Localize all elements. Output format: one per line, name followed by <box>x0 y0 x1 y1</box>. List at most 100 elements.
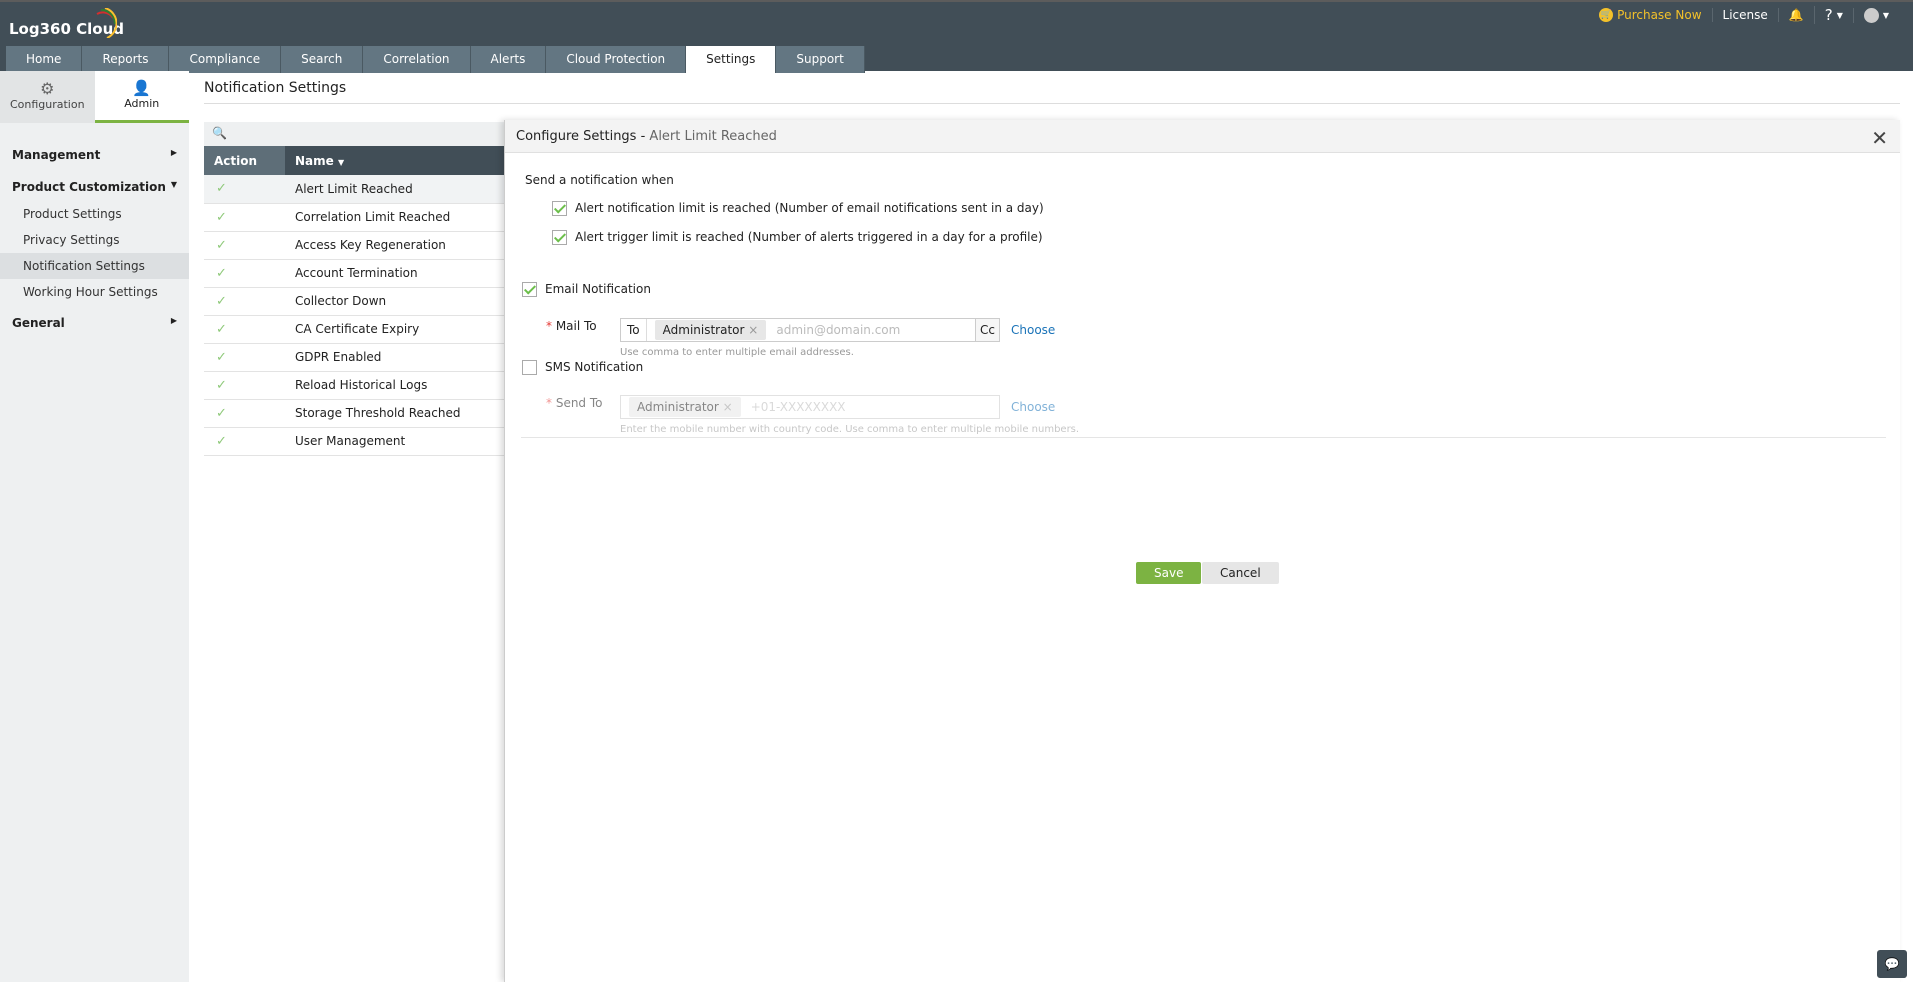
license-link[interactable]: License <box>1711 8 1778 22</box>
enabled-check-icon[interactable]: ✓ <box>204 399 285 428</box>
enabled-check-icon[interactable]: ✓ <box>204 259 285 288</box>
row-name: Access Key Regeneration <box>285 231 504 260</box>
row-name: Storage Threshold Reached <box>285 399 504 428</box>
send-to-label: Send To <box>555 396 603 410</box>
purchase-now-link[interactable]: 🛒 Purchase Now <box>1589 8 1711 22</box>
row-name: User Management <box>285 427 504 456</box>
remove-icon[interactable]: × <box>723 400 733 414</box>
user-avatar-icon <box>1863 7 1879 23</box>
menu-privacy-settings[interactable]: Privacy Settings <box>0 227 189 253</box>
table-row[interactable]: ✓ Account Termination <box>204 259 504 288</box>
tab-reports[interactable]: Reports <box>82 46 170 73</box>
email-notification-checkbox[interactable] <box>522 282 537 297</box>
menu-general[interactable]: General ▶ <box>0 309 189 337</box>
enabled-check-icon[interactable]: ✓ <box>204 203 285 232</box>
table-row[interactable]: ✓ Collector Down <box>204 287 504 316</box>
table-row[interactable]: ✓ Correlation Limit Reached <box>204 203 504 232</box>
sidebar: ⚙ Configuration 👤 Admin Management ▶ Produc… <box>0 71 189 982</box>
alert-trigger-limit-checkbox[interactable] <box>552 230 567 245</box>
table-row[interactable]: ✓ User Management <box>204 427 504 456</box>
row-name: Reload Historical Logs <box>285 371 504 400</box>
page-title: Notification Settings <box>204 80 347 96</box>
tab-compliance[interactable]: Compliance <box>169 46 282 73</box>
send-to-input[interactable]: Administrator × +01-XXXXXXXX <box>620 395 1000 419</box>
row-name: Account Termination <box>285 259 504 288</box>
alert-notification-limit-checkbox[interactable] <box>552 201 567 216</box>
recipient-chip: Administrator × <box>654 320 767 340</box>
table-row[interactable]: ✓ Reload Historical Logs <box>204 371 504 400</box>
subtab-admin[interactable]: 👤 Admin <box>94 71 189 123</box>
tab-support[interactable]: Support <box>776 46 865 73</box>
row-name: CA Certificate Expiry <box>285 315 504 344</box>
divider <box>521 437 1886 438</box>
user-icon: 👤 <box>132 79 152 97</box>
tab-home[interactable]: Home <box>6 46 83 73</box>
sms-hint: Enter the mobile number with country cod… <box>620 424 1080 435</box>
menu-notification-settings[interactable]: Notification Settings <box>0 253 189 279</box>
chat-icon[interactable]: 💬 <box>1877 950 1907 978</box>
enabled-check-icon[interactable]: ✓ <box>204 343 285 372</box>
notification-table: Action Name ▼ ✓ Alert Limit Reached ✓ Correl… <box>204 146 504 456</box>
choose-sms-link[interactable]: Choose <box>1011 400 1055 414</box>
app-logo[interactable]: Log360 Cloud <box>9 8 124 38</box>
top-header: Log360 Cloud 🛒 Purchase Now License 🔔 ? ▼ … <box>0 0 1913 73</box>
tab-settings[interactable]: Settings <box>686 46 777 73</box>
email-hint: Use comma to enter multiple email addres… <box>620 347 854 358</box>
required-marker: * <box>546 319 552 333</box>
row-name: GDPR Enabled <box>285 343 504 372</box>
menu-product-settings[interactable]: Product Settings <box>0 201 189 227</box>
choose-email-link[interactable]: Choose <box>1011 323 1055 337</box>
enabled-check-icon[interactable]: ✓ <box>204 315 285 344</box>
table-row[interactable]: ✓ Access Key Regeneration <box>204 231 504 260</box>
bell-icon[interactable]: 🔔 <box>1777 8 1814 22</box>
help-menu[interactable]: ? ▼ <box>1813 6 1853 24</box>
caret-down-icon: ▼ <box>1882 10 1889 20</box>
menu-management[interactable]: Management ▶ <box>0 141 189 169</box>
tab-alerts[interactable]: Alerts <box>470 46 547 73</box>
row-name: Collector Down <box>285 287 504 316</box>
sms-notification-checkbox[interactable] <box>522 360 537 375</box>
column-action: Action <box>204 146 285 175</box>
enabled-check-icon[interactable]: ✓ <box>204 175 285 204</box>
cart-icon: 🛒 <box>1599 8 1614 22</box>
user-menu[interactable]: ▼ <box>1852 7 1899 23</box>
table-row[interactable]: ✓ CA Certificate Expiry <box>204 315 504 344</box>
subtab-configuration[interactable]: ⚙ Configuration <box>0 71 95 123</box>
gear-icon: ⚙ <box>40 79 55 98</box>
send-when-label: Send a notification when <box>525 173 674 187</box>
close-icon[interactable]: ✕ <box>1871 126 1888 150</box>
enabled-check-icon[interactable]: ✓ <box>204 371 285 400</box>
table-row[interactable]: ✓ Alert Limit Reached <box>204 175 504 204</box>
caret-down-icon: ▼ <box>1836 10 1843 20</box>
enabled-check-icon[interactable]: ✓ <box>204 287 285 316</box>
sort-down-icon: ▼ <box>337 157 345 167</box>
tab-correlation[interactable]: Correlation <box>363 46 471 73</box>
cancel-button[interactable]: Cancel <box>1202 562 1279 584</box>
mail-to-input[interactable]: To Administrator × admin@domain.com Cc <box>620 318 1000 342</box>
mail-to-label: Mail To <box>555 319 597 333</box>
enabled-check-icon[interactable]: ✓ <box>204 427 285 456</box>
caret-right-icon: ▶ <box>170 316 177 325</box>
dialog-header: Configure Settings - Alert Limit Reached <box>505 120 1900 153</box>
menu-working-hour-settings[interactable]: Working Hour Settings <box>0 279 189 305</box>
save-button[interactable]: Save <box>1136 562 1202 584</box>
logo-arc-icon <box>96 8 117 38</box>
menu-product-customization[interactable]: Product Customization ▼ <box>0 173 189 201</box>
row-name: Correlation Limit Reached <box>285 203 504 232</box>
recipient-chip: Administrator × <box>629 397 741 417</box>
to-label: To <box>621 319 647 341</box>
tab-search[interactable]: Search <box>281 46 364 73</box>
caret-down-icon: ▼ <box>170 180 177 189</box>
main-tabs: Home Reports Compliance Search Correlation Al… <box>6 46 865 73</box>
table-row[interactable]: ✓ GDPR Enabled <box>204 343 504 372</box>
divider <box>204 103 1900 104</box>
search-icon[interactable]: 🔍 <box>204 122 504 146</box>
column-name[interactable]: Name ▼ <box>285 146 504 175</box>
caret-right-icon: ▶ <box>170 148 177 157</box>
configure-settings-dialog: Configure Settings - Alert Limit Reached… <box>504 120 1900 982</box>
remove-icon[interactable]: × <box>748 323 758 337</box>
enabled-check-icon[interactable]: ✓ <box>204 231 285 260</box>
table-row[interactable]: ✓ Storage Threshold Reached <box>204 399 504 428</box>
tab-cloud-protection[interactable]: Cloud Protection <box>546 46 687 73</box>
cc-button[interactable]: Cc <box>975 319 999 341</box>
